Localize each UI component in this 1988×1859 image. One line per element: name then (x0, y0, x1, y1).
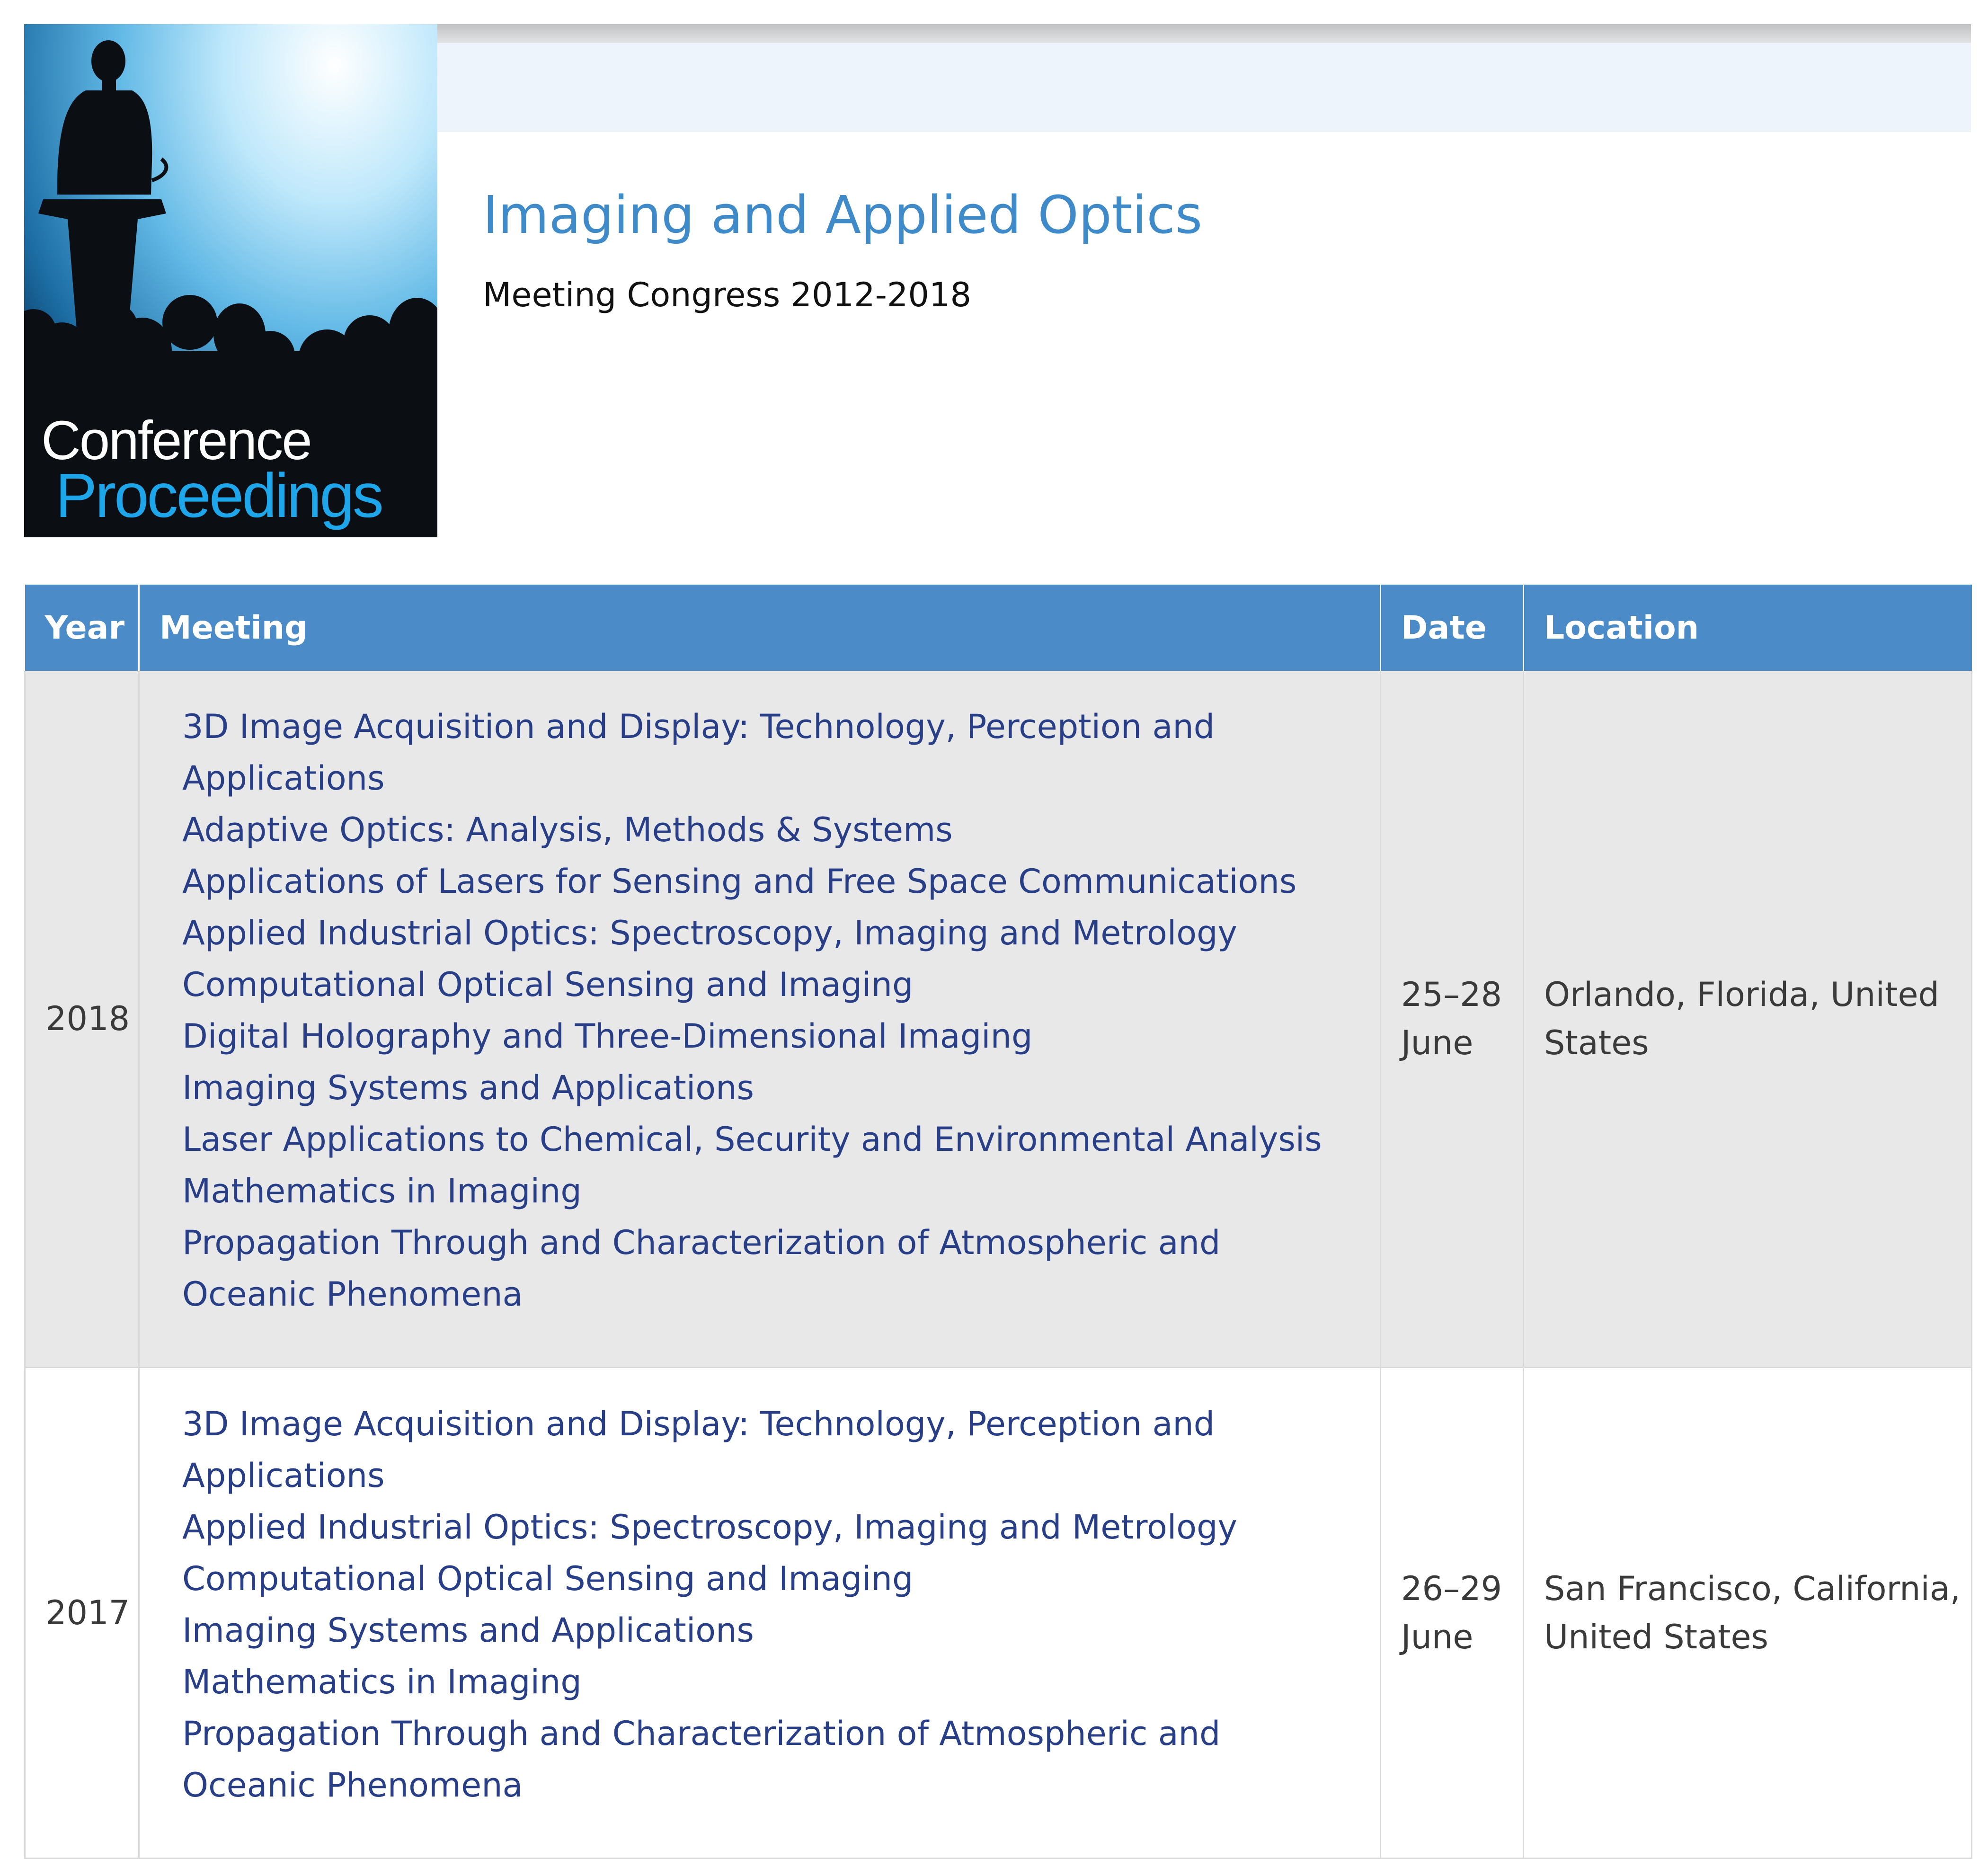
table-row: 2018 3D Image Acquisition and Display: T… (24, 671, 1972, 1368)
year-cell: 2018 (24, 671, 140, 1368)
list-item: Mathematics in Imaging (182, 1165, 1361, 1217)
meeting-list: 3D Image Acquisition and Display: Techno… (182, 1398, 1361, 1811)
cover-word-proceedings: Proceedings (55, 461, 384, 530)
meeting-link[interactable]: Adaptive Optics: Analysis, Methods & Sys… (182, 810, 953, 849)
date-cell: 25–28 June (1380, 671, 1524, 1368)
meetings-table: Year Meeting Date Location 2018 3D Image… (24, 585, 1972, 1859)
list-item: Applied Industrial Optics: Spectroscopy,… (182, 907, 1361, 959)
meetings-cell: 3D Image Acquisition and Display: Techno… (139, 1367, 1381, 1859)
meeting-link[interactable]: 3D Image Acquisition and Display: Techno… (182, 707, 1215, 798)
location-cell: San Francisco, California, United States (1523, 1367, 1972, 1859)
meeting-link[interactable]: Imaging Systems and Applications (182, 1611, 754, 1650)
list-item: Applications of Lasers for Sensing and F… (182, 856, 1361, 907)
column-header-meeting: Meeting (139, 585, 1381, 671)
list-item: Applied Industrial Optics: Spectroscopy,… (182, 1502, 1361, 1553)
year-cell: 2017 (24, 1367, 140, 1859)
meeting-link[interactable]: Imaging Systems and Applications (182, 1068, 754, 1107)
meetings-cell: 3D Image Acquisition and Display: Techno… (139, 671, 1381, 1368)
date-cell: 26–29 June (1380, 1367, 1524, 1859)
meeting-link[interactable]: Digital Holography and Three-Dimensional… (182, 1017, 1032, 1056)
list-item: Computational Optical Sensing and Imagin… (182, 1553, 1361, 1605)
list-item: 3D Image Acquisition and Display: Techno… (182, 1398, 1361, 1502)
meeting-link[interactable]: Applied Industrial Optics: Spectroscopy,… (182, 1508, 1237, 1547)
meeting-list: 3D Image Acquisition and Display: Techno… (182, 701, 1361, 1320)
list-item: 3D Image Acquisition and Display: Techno… (182, 701, 1361, 804)
meeting-link[interactable]: Mathematics in Imaging (182, 1172, 582, 1210)
header-band (437, 43, 1971, 132)
column-header-date: Date (1380, 585, 1524, 671)
table-row: 2017 3D Image Acquisition and Display: T… (24, 1367, 1972, 1859)
meeting-link[interactable]: Applications of Lasers for Sensing and F… (182, 862, 1296, 901)
meeting-link[interactable]: Mathematics in Imaging (182, 1663, 582, 1701)
meeting-link[interactable]: Computational Optical Sensing and Imagin… (182, 1559, 913, 1598)
meeting-link[interactable]: 3D Image Acquisition and Display: Techno… (182, 1405, 1215, 1495)
list-item: Computational Optical Sensing and Imagin… (182, 959, 1361, 1011)
location-cell: Orlando, Florida, United States (1523, 671, 1972, 1368)
page-title: Imaging and Applied Optics (483, 185, 1203, 245)
page-subtitle: Meeting Congress 2012-2018 (483, 276, 972, 314)
list-item: Propagation Through and Characterization… (182, 1708, 1361, 1811)
meeting-link[interactable]: Computational Optical Sensing and Imagin… (182, 965, 913, 1004)
meeting-link[interactable]: Propagation Through and Characterization… (182, 1223, 1220, 1314)
list-item: Mathematics in Imaging (182, 1656, 1361, 1708)
meeting-link[interactable]: Applied Industrial Optics: Spectroscopy,… (182, 914, 1237, 952)
column-header-location: Location (1523, 585, 1972, 671)
header-top-strip (437, 24, 1971, 43)
table-header-row: Year Meeting Date Location (25, 585, 1972, 671)
meeting-link[interactable]: Laser Applications to Chemical, Security… (182, 1120, 1322, 1159)
list-item: Adaptive Optics: Analysis, Methods & Sys… (182, 804, 1361, 856)
meeting-link[interactable]: Propagation Through and Characterization… (182, 1714, 1220, 1805)
list-item: Digital Holography and Three-Dimensional… (182, 1011, 1361, 1062)
conference-proceedings-cover: Conference Proceedings (24, 24, 437, 537)
list-item: Imaging Systems and Applications (182, 1062, 1361, 1114)
list-item: Laser Applications to Chemical, Security… (182, 1114, 1361, 1165)
list-item: Imaging Systems and Applications (182, 1605, 1361, 1656)
column-header-year: Year (25, 585, 140, 671)
list-item: Propagation Through and Characterization… (182, 1217, 1361, 1320)
